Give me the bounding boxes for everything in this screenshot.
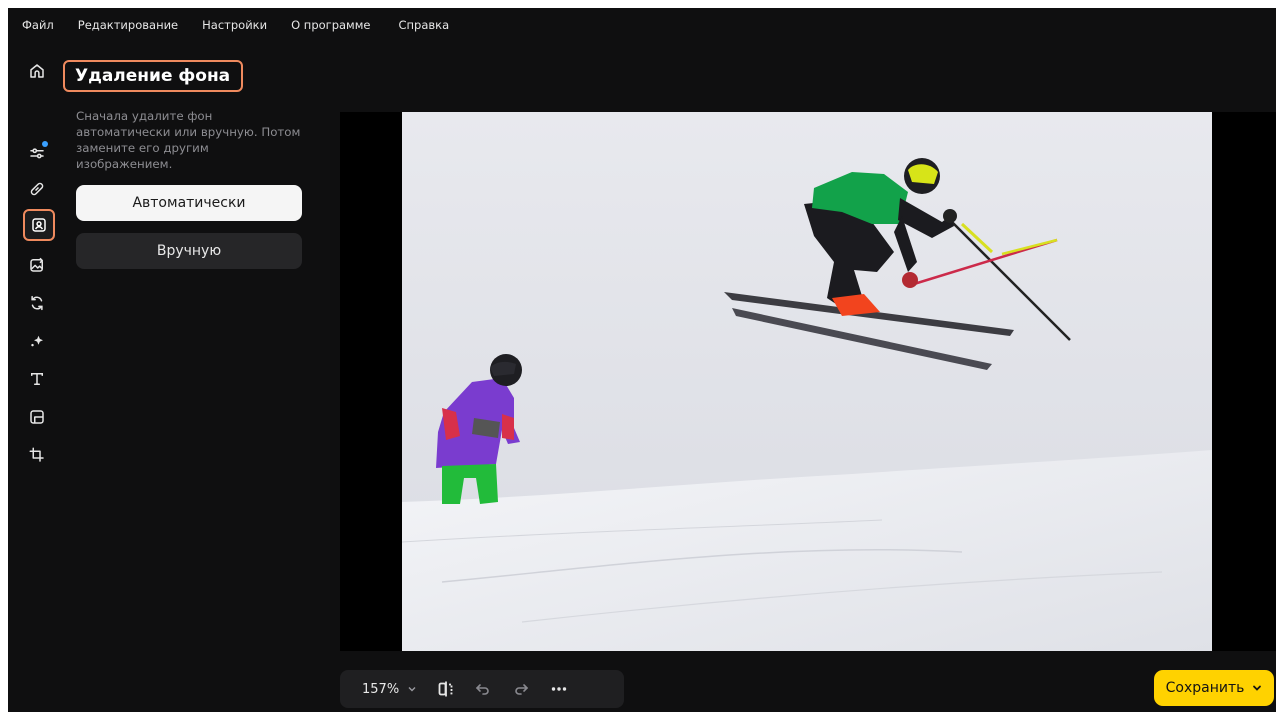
rail-crop-button[interactable] bbox=[22, 440, 52, 470]
frame-icon bbox=[30, 410, 44, 424]
auto-remove-button[interactable]: Автоматически bbox=[76, 185, 302, 221]
chevron-down-icon[interactable] bbox=[407, 684, 417, 694]
image-canvas[interactable] bbox=[340, 112, 1276, 651]
image-replace-icon bbox=[30, 257, 43, 272]
background-removal-panel: Удаление фона Сначала удалите фон автома… bbox=[63, 42, 316, 712]
compare-before-after-icon[interactable] bbox=[437, 680, 455, 698]
manual-remove-button[interactable]: Вручную bbox=[76, 233, 302, 269]
bottom-toolbar: 157% bbox=[340, 670, 624, 708]
tool-rail bbox=[8, 42, 66, 712]
home-icon bbox=[30, 64, 44, 78]
menu-bar: Файл Редактирование Настройки О программ… bbox=[8, 8, 1276, 42]
rail-home-button[interactable] bbox=[22, 56, 52, 86]
redo-icon[interactable] bbox=[513, 681, 529, 697]
menu-help[interactable]: Справка bbox=[380, 18, 461, 32]
rail-effects-button[interactable] bbox=[22, 326, 52, 356]
zoom-level[interactable]: 157% bbox=[362, 682, 399, 697]
panel-description: Сначала удалите фон автоматически или вр… bbox=[76, 109, 301, 171]
save-button[interactable]: Сохранить bbox=[1154, 670, 1274, 706]
app-window: Файл Редактирование Настройки О программ… bbox=[8, 8, 1276, 712]
rail-background-removal-button[interactable] bbox=[23, 209, 55, 241]
rail-transform-button[interactable] bbox=[22, 288, 52, 318]
background-removal-icon bbox=[32, 218, 46, 232]
effects-sparkle-icon bbox=[31, 335, 43, 347]
menu-about[interactable]: О программе bbox=[279, 18, 380, 32]
menu-file[interactable]: Файл bbox=[8, 18, 66, 32]
menu-settings[interactable]: Настройки bbox=[190, 18, 279, 32]
menu-edit[interactable]: Редактирование bbox=[66, 18, 190, 32]
rail-adjustments-button[interactable] bbox=[22, 138, 52, 168]
photo-skiers bbox=[402, 112, 1212, 651]
undo-icon[interactable] bbox=[475, 681, 491, 697]
more-options-icon[interactable] bbox=[551, 686, 567, 692]
rail-text-button[interactable] bbox=[22, 364, 52, 394]
notification-dot bbox=[42, 141, 48, 147]
crop-icon bbox=[29, 447, 44, 462]
rail-frame-button[interactable] bbox=[22, 402, 52, 432]
rail-retouch-button[interactable] bbox=[22, 174, 52, 204]
retouch-bandage-icon bbox=[30, 182, 44, 196]
save-button-label: Сохранить bbox=[1165, 680, 1245, 696]
chevron-down-icon bbox=[1252, 683, 1262, 693]
transform-icon bbox=[31, 295, 43, 311]
text-icon bbox=[31, 373, 43, 385]
rail-image-replace-button[interactable] bbox=[22, 250, 52, 280]
panel-title: Удаление фона bbox=[63, 60, 244, 92]
